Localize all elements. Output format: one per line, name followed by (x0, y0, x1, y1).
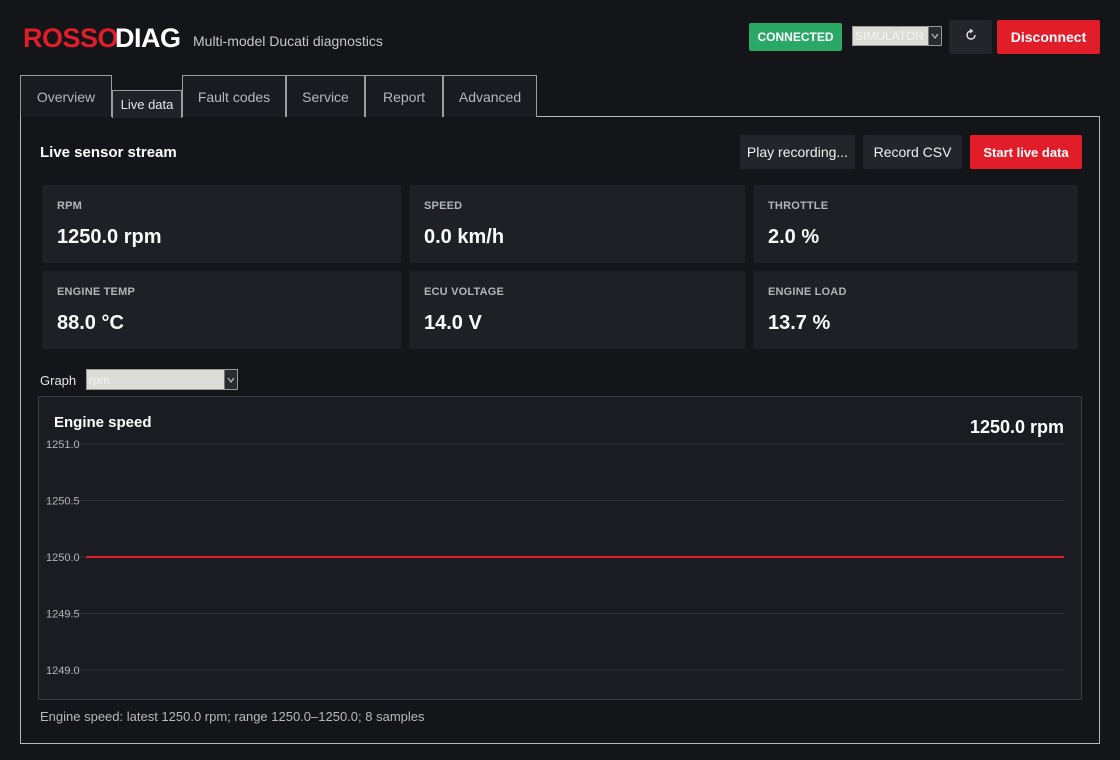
refresh-icon (964, 28, 978, 47)
metric-card-rpm: RPM 1250.0 rpm (42, 185, 401, 263)
chart-latest-value: 1250.0 rpm (969, 417, 1064, 437)
chevron-down-icon (224, 370, 237, 389)
metric-card-engine-temp: ENGINE TEMP 88.0 °C (42, 271, 401, 349)
tab-advanced[interactable]: Advanced (443, 75, 537, 117)
metric-card-engine-load: ENGINE LOAD 13.7 % (753, 271, 1078, 349)
brand-diag: DIAG (115, 23, 181, 53)
start-live-data-button[interactable]: Start live data (970, 135, 1082, 169)
chart-title: Engine speed (54, 414, 152, 431)
metric-label: ENGINE TEMP (57, 286, 135, 298)
graph-select-value: rpm (89, 372, 110, 387)
metric-label: ENGINE LOAD (768, 286, 847, 298)
metric-value: 2.0 % (768, 226, 820, 248)
metric-label: THROTTLE (768, 200, 829, 212)
y-tick-label: 1250.0 (46, 552, 80, 564)
metric-value: 13.7 % (768, 312, 831, 334)
metric-value: 14.0 V (424, 312, 482, 334)
section-title: Live sensor stream (40, 144, 177, 161)
metric-value: 0.0 km/h (424, 226, 505, 248)
refresh-button[interactable] (949, 20, 992, 54)
record-csv-button[interactable]: Record CSV (863, 135, 962, 169)
tab-fault-codes[interactable]: Fault codes (182, 75, 286, 117)
metric-value: 88.0 °C (57, 312, 124, 334)
brand-subtitle: Multi-model Ducati diagnostics (193, 33, 383, 49)
chevron-down-icon (928, 27, 941, 45)
metric-value: 1250.0 rpm (57, 226, 162, 248)
y-tick-label: 1249.5 (46, 609, 80, 621)
metric-card-throttle: THROTTLE 2.0 % (753, 185, 1078, 263)
y-tick-label: 1251.0 (46, 439, 80, 451)
tab-live-data[interactable]: Live data (112, 90, 182, 118)
graph-select[interactable]: rpm (86, 369, 238, 390)
tab-report[interactable]: Report (365, 75, 443, 117)
metric-card-ecu-voltage: ECU VOLTAGE 14.0 V (409, 271, 745, 349)
chart-summary: Engine speed: latest 1250.0 rpm; range 1… (40, 709, 425, 724)
engine-speed-chart: 1251.0 1250.5 1250.0 1249.5 1249.0 (44, 439, 1064, 677)
disconnect-button[interactable]: Disconnect (997, 20, 1100, 54)
play-recording-button[interactable]: Play recording... (740, 135, 855, 169)
tab-overview[interactable]: Overview (20, 75, 112, 117)
metric-label: SPEED (424, 200, 463, 212)
mode-select-value: SIMULATOR (855, 29, 924, 43)
mode-select[interactable]: SIMULATOR (852, 26, 942, 46)
graph-label: Graph (40, 373, 77, 388)
connection-status-badge: CONNECTED (749, 23, 842, 51)
y-tick-label: 1249.0 (46, 665, 80, 677)
metric-card-speed: SPEED 0.0 km/h (409, 185, 745, 263)
metric-label: RPM (57, 200, 83, 212)
brand-rosso: ROSSO (23, 23, 119, 53)
metric-label: ECU VOLTAGE (424, 286, 505, 298)
y-tick-label: 1250.5 (46, 496, 80, 508)
tab-service[interactable]: Service (286, 75, 365, 117)
